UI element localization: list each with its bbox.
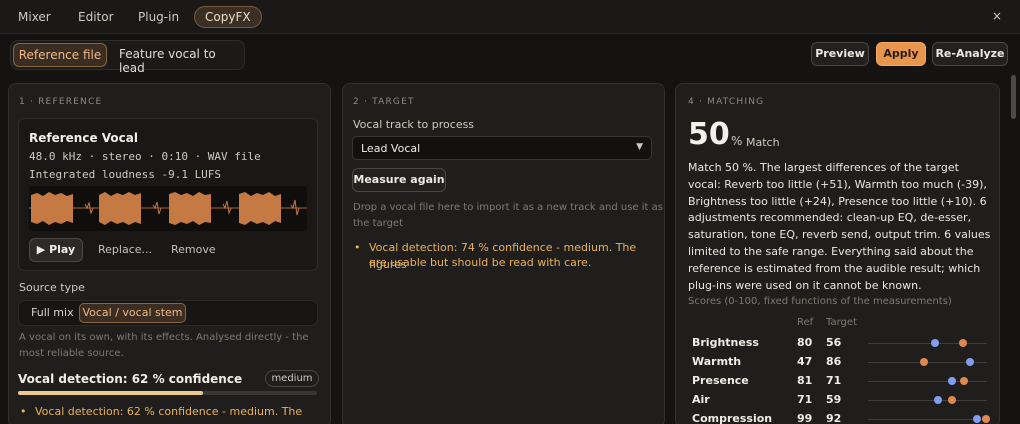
score-name: Compression [692, 412, 773, 424]
score-track [868, 396, 987, 404]
reanalyze-button[interactable]: Re-Analyze [932, 42, 1008, 66]
drop-hint-line1: Drop a vocal file here to import it as a… [353, 202, 663, 213]
score-ref-dot [973, 415, 982, 423]
chevron-down-icon: ▼ [636, 142, 643, 152]
drop-hint-line2: the target [353, 218, 403, 229]
reference-loudness: Integrated loudness -9.1 LUFS [29, 168, 222, 181]
match-score-unit: % [731, 134, 743, 148]
replace-button[interactable]: Replace... [98, 243, 152, 256]
preview-button[interactable]: Preview [811, 42, 869, 66]
vocal-detection-title: Vocal detection: 62 % confidence [18, 372, 243, 386]
source-description-line1: A vocal on its own, with its effects. An… [19, 332, 309, 343]
score-ref-dot [934, 396, 943, 404]
vocal-detection-progress [18, 391, 317, 395]
score-row: Brightness 80 56 [692, 334, 992, 352]
matching-panel-title: 4 · MATCHING [688, 97, 765, 107]
score-track [868, 415, 990, 423]
target-panel: 2 · TARGET Vocal track to process Lead V… [342, 83, 665, 424]
reference-panel-title: 1 · REFERENCE [19, 97, 103, 107]
score-ref-value: 81 [797, 374, 813, 387]
waveform-graphic [29, 192, 307, 225]
scores-col-ref: Ref [797, 317, 814, 328]
tab-plugin[interactable]: Plug-in [128, 6, 189, 28]
score-ref-value: 71 [797, 393, 813, 406]
mode-selector: Reference file Feature vocal to lead [10, 40, 245, 75]
score-ref-dot [930, 339, 939, 347]
scores-caption: Scores (0-100, fixed functions of the me… [688, 296, 952, 307]
confidence-badge: medium [265, 370, 319, 387]
mode-reference-file-button[interactable]: Reference file [13, 43, 107, 67]
source-type-selector: Full mix Vocal / vocal stem [18, 300, 318, 326]
tab-mixer[interactable]: Mixer [8, 6, 61, 28]
play-button[interactable]: ▶ Play [29, 238, 83, 262]
score-target-dot [960, 377, 969, 385]
score-name: Presence [692, 374, 749, 387]
source-full-mix-option[interactable]: Full mix [31, 306, 74, 319]
match-score: 50 [688, 117, 730, 152]
score-target-value: 71 [826, 374, 842, 387]
remove-button[interactable]: Remove [171, 243, 216, 256]
score-name: Air [692, 393, 710, 406]
reference-card: Reference Vocal 48.0 kHz · stereo · 0:10… [18, 118, 318, 271]
reference-name: Reference Vocal [29, 131, 138, 145]
score-ref-dot [966, 358, 975, 366]
scrollbar[interactable] [1011, 75, 1016, 119]
target-track-select[interactable]: Lead Vocal ▼ [352, 136, 652, 160]
score-target-value: 56 [826, 336, 842, 349]
match-score-label: Match [746, 136, 780, 149]
reference-detection-note: Vocal detection: 62 % confidence - mediu… [20, 403, 330, 424]
tab-editor[interactable]: Editor [68, 6, 124, 28]
score-name: Warmth [692, 355, 742, 368]
score-track [868, 358, 987, 366]
source-description-line2: most reliable source. [19, 348, 124, 359]
score-target-value: 92 [826, 412, 842, 424]
reference-waveform[interactable] [29, 186, 307, 231]
score-target-value: 86 [826, 355, 842, 368]
target-track-label: Vocal track to process [353, 118, 475, 131]
matching-summary: Match 50 %. The largest differences of t… [688, 161, 991, 292]
scores-col-target: Target [826, 317, 857, 328]
vocal-detection-progress-fill [18, 391, 204, 395]
score-target-dot [919, 358, 928, 366]
mode-feature-vocal-button[interactable]: Feature vocal to lead [119, 47, 244, 75]
source-vocal-stem-option[interactable]: Vocal / vocal stem [79, 303, 186, 323]
target-track-value: Lead Vocal [361, 142, 421, 155]
score-track [868, 377, 987, 385]
score-ref-value: 80 [797, 336, 813, 349]
target-detection-note-line2: are usable but should be read with care. [369, 256, 592, 269]
score-ref-value: 47 [797, 355, 813, 368]
score-track [868, 339, 987, 347]
reference-format: 48.0 kHz · stereo · 0:10 · WAV file [29, 150, 261, 163]
close-icon[interactable]: × [992, 9, 1002, 23]
score-target-value: 59 [826, 393, 842, 406]
score-row: Presence 81 71 [692, 372, 992, 390]
tab-copyfx[interactable]: CopyFX [194, 6, 262, 28]
score-row: Compression 99 92 [692, 410, 992, 424]
measure-again-button[interactable]: Measure again [352, 168, 446, 192]
score-ref-dot [948, 377, 957, 385]
top-nav-bar: Mixer Editor Plug-in CopyFX × [0, 0, 1020, 34]
score-row: Warmth 47 86 [692, 353, 992, 371]
score-target-dot [959, 339, 968, 347]
matching-panel: 4 · MATCHING 50 % Match Match 50 %. The … [675, 83, 1000, 424]
score-name: Brightness [692, 336, 759, 349]
apply-button[interactable]: Apply [876, 42, 926, 66]
source-type-label: Source type [19, 281, 85, 294]
target-panel-title: 2 · TARGET [353, 97, 415, 107]
reference-panel: 1 · REFERENCE Reference Vocal 48.0 kHz ·… [8, 83, 331, 424]
score-ref-value: 99 [797, 412, 813, 424]
score-row: Air 71 59 [692, 391, 992, 409]
score-target-dot [981, 415, 990, 423]
score-target-dot [948, 396, 957, 404]
